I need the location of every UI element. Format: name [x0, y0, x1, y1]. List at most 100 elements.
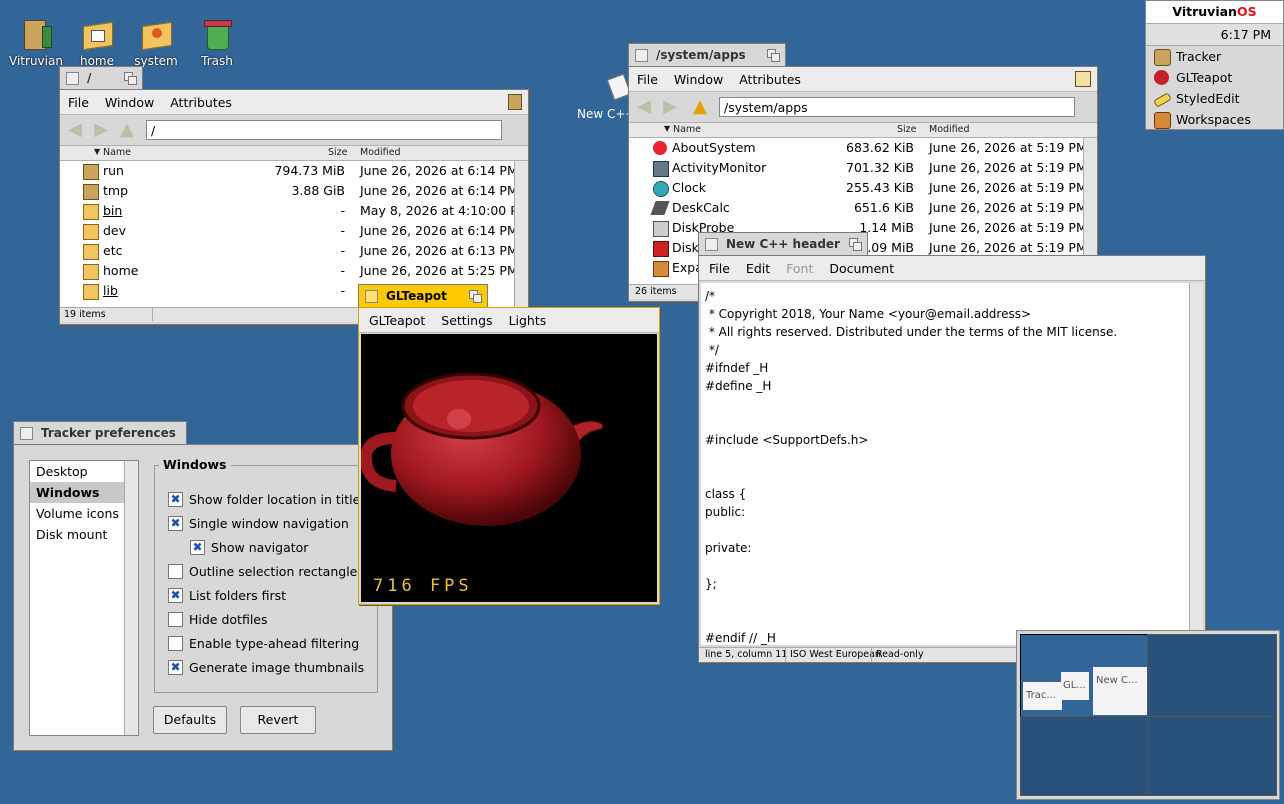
menu-document[interactable]: Document — [821, 261, 902, 276]
menu-attributes[interactable]: Attributes — [162, 95, 240, 110]
menu-file[interactable]: File — [629, 72, 666, 87]
up-arrow-icon[interactable]: ▲ — [116, 120, 138, 140]
column-size[interactable]: Size — [328, 147, 348, 158]
vertical-scrollbar[interactable] — [1189, 283, 1203, 645]
folder-icon — [83, 224, 99, 240]
column-size[interactable]: Size — [897, 124, 917, 135]
table-row[interactable]: Clock 255.43 KiB June 26, 2026 at 5:19 P… — [629, 178, 1097, 198]
editor-window-tab[interactable]: New C++ header — [698, 232, 868, 255]
menu-file[interactable]: File — [699, 261, 738, 276]
path-field[interactable]: / — [146, 120, 502, 140]
path-field[interactable]: /system/apps — [719, 97, 1075, 117]
vertical-scrollbar[interactable] — [124, 461, 138, 735]
workspace-1[interactable]: Trac... GL... New C... — [1020, 634, 1148, 717]
menu-glteapot[interactable]: GLTeapot — [359, 313, 433, 328]
deskbar-item-workspaces[interactable]: Workspaces — [1146, 109, 1283, 130]
root-window-tab[interactable]: / — [59, 66, 143, 89]
file-name: DeskCalc — [672, 200, 730, 215]
checkbox-show-navigator[interactable]: ✖ — [190, 540, 205, 555]
table-row[interactable]: AboutSystem 683.62 KiB June 26, 2026 at … — [629, 138, 1097, 158]
code-line: #ifndef _H — [705, 361, 769, 375]
category-item-windows[interactable]: Windows — [30, 482, 124, 503]
revert-button[interactable]: Revert — [240, 706, 316, 734]
close-button[interactable] — [66, 71, 79, 85]
column-name[interactable]: Name — [673, 124, 701, 135]
deskbar-brand[interactable]: VitruvianOS — [1146, 1, 1283, 24]
menu-font[interactable]: Font — [778, 261, 821, 276]
cursor-position: line 5, column 11 — [705, 649, 788, 660]
back-arrow-icon[interactable]: ◀ — [64, 120, 86, 140]
table-row[interactable]: DeskCalc 651.6 KiB June 26, 2026 at 5:19… — [629, 198, 1097, 218]
deskbar-clock[interactable]: 6:17 PM — [1146, 24, 1283, 46]
workspace-4[interactable] — [1147, 716, 1277, 796]
table-row[interactable]: ActivityMonitor 701.32 KiB June 26, 2026… — [629, 158, 1097, 178]
desktop-icon-trash[interactable]: Trash — [185, 18, 249, 68]
teapot-window-tab[interactable]: GLTeapot — [358, 284, 488, 307]
desktop-icon-vitruvian[interactable]: Vitruvian — [4, 18, 68, 68]
column-modified[interactable]: Modified — [929, 124, 970, 135]
close-button[interactable] — [365, 289, 378, 303]
defaults-button[interactable]: Defaults — [153, 706, 227, 734]
vertical-scrollbar[interactable] — [514, 161, 528, 307]
prefs-window-tab[interactable]: Tracker preferences — [13, 421, 187, 444]
zoom-button[interactable] — [849, 238, 862, 251]
code-line: #define _H — [705, 379, 772, 393]
column-name[interactable]: Name — [103, 147, 131, 158]
file-modified: June 26, 2026 at 5:25 PM — [360, 263, 518, 278]
zoom-button[interactable] — [124, 72, 137, 85]
menu-attributes[interactable]: Attributes — [731, 72, 809, 87]
menu-file[interactable]: File — [60, 95, 97, 110]
table-row[interactable]: home - June 26, 2026 at 5:25 PM — [60, 261, 528, 281]
checkbox-show-folder-location[interactable]: ✖ — [168, 492, 183, 507]
clock-icon — [653, 181, 669, 197]
menu-window[interactable]: Window — [666, 72, 731, 87]
desktop-icon-system[interactable]: system — [124, 18, 188, 68]
encoding[interactable]: ISO West European — [785, 648, 881, 662]
forward-arrow-icon[interactable]: ▶ — [90, 120, 112, 140]
checkbox-type-ahead[interactable] — [168, 636, 183, 651]
deskbar-item-glteapot[interactable]: GLTeapot — [1146, 67, 1283, 88]
column-modified[interactable]: Modified — [360, 147, 401, 158]
up-arrow-icon[interactable]: ▲ — [689, 97, 711, 117]
menu-edit[interactable]: Edit — [738, 261, 778, 276]
table-row[interactable]: etc - June 26, 2026 at 6:13 PM — [60, 241, 528, 261]
zoom-button[interactable] — [469, 290, 482, 303]
code-line: * All rights reserved. Distributed under… — [705, 325, 1118, 339]
checkbox-list-folders-first[interactable]: ✖ — [168, 588, 183, 603]
file-size: 794.73 MiB — [274, 163, 345, 178]
category-item-volume-icons[interactable]: Volume icons — [30, 503, 138, 524]
menu-settings[interactable]: Settings — [433, 313, 500, 328]
file-size: 683.62 KiB — [846, 140, 914, 155]
deskbar-item-stylededit[interactable]: StyledEdit — [1146, 88, 1283, 109]
workspace-3[interactable] — [1020, 716, 1148, 796]
table-row[interactable]: tmp 3.88 GiB June 26, 2026 at 6:14 PM — [60, 181, 528, 201]
close-button[interactable] — [635, 48, 648, 62]
checkbox-image-thumbnails[interactable]: ✖ — [168, 660, 183, 675]
deskbar-item-tracker[interactable]: Tracker — [1146, 46, 1283, 67]
menu-lights[interactable]: Lights — [501, 313, 555, 328]
close-button[interactable] — [20, 426, 33, 440]
read-only-status[interactable]: Read-only — [871, 648, 924, 662]
group-title: Windows — [159, 457, 231, 472]
checkbox-single-window-navigation[interactable]: ✖ — [168, 516, 183, 531]
apps-window-tab[interactable]: /system/apps — [628, 43, 786, 66]
text-view[interactable]: /* * Copyright 2018, Your Name <your@ema… — [701, 283, 1189, 645]
table-row[interactable]: run 794.73 MiB June 26, 2026 at 6:14 PM — [60, 161, 528, 181]
file-name: Clock — [672, 180, 706, 195]
desktop-icon-home[interactable]: home — [65, 18, 129, 68]
checkbox-hide-dotfiles[interactable] — [168, 612, 183, 627]
gl-view[interactable]: 716 FPS — [361, 334, 657, 602]
back-arrow-icon[interactable]: ◀ — [633, 97, 655, 117]
menu-window[interactable]: Window — [97, 95, 162, 110]
table-row[interactable]: dev - June 26, 2026 at 6:14 PM — [60, 221, 528, 241]
close-button[interactable] — [705, 237, 718, 251]
menubar: File Edit Font Document — [699, 256, 1205, 281]
zoom-button[interactable] — [767, 49, 780, 62]
category-item-disk-mount[interactable]: Disk mount — [30, 524, 138, 545]
table-row[interactable]: bin - May 8, 2026 at 4:10:00 PM — [60, 201, 528, 221]
forward-arrow-icon[interactable]: ▶ — [659, 97, 681, 117]
menubar: GLTeapot Settings Lights — [359, 308, 659, 333]
category-item-desktop[interactable]: Desktop — [30, 461, 138, 482]
checkbox-outline-selection[interactable] — [168, 564, 183, 579]
workspace-2[interactable] — [1147, 634, 1277, 717]
